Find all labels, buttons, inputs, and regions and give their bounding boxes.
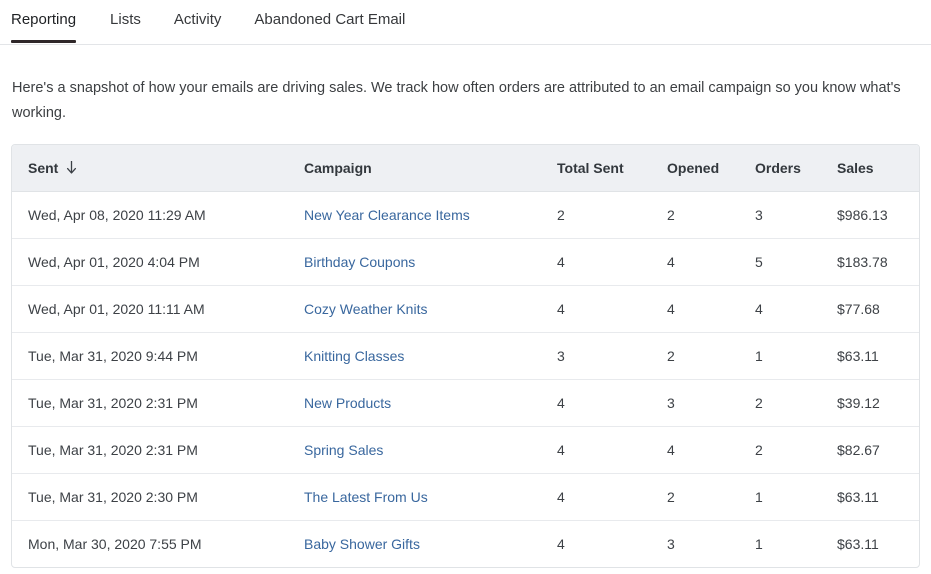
cell-campaign: Birthday Coupons (294, 237, 545, 285)
cell-total-sent: 4 (545, 284, 655, 332)
tab-abandoned-cart-email-label: Abandoned Cart Email (254, 11, 406, 28)
cell-orders: 1 (743, 331, 825, 379)
cell-opened: 4 (655, 284, 743, 332)
cell-campaign: The Latest From Us (294, 472, 545, 520)
campaign-link[interactable]: New Products (304, 395, 391, 411)
cell-total-sent: 4 (545, 237, 655, 285)
cell-total-sent: 4 (545, 425, 655, 473)
campaign-link[interactable]: The Latest From Us (304, 489, 428, 505)
column-header-sales-label: Sales (837, 159, 874, 176)
column-header-sales[interactable]: Sales (825, 145, 919, 192)
cell-sales: $39.12 (825, 378, 919, 426)
cell-orders: 1 (743, 472, 825, 520)
column-header-sent-label: Sent (28, 159, 59, 176)
cell-campaign: New Products (294, 378, 545, 426)
cell-opened: 3 (655, 519, 743, 567)
cell-campaign: Knitting Classes (294, 331, 545, 379)
cell-opened: 3 (655, 378, 743, 426)
reporting-table: Sent Campaign Total Sent Opened Orders S… (12, 145, 919, 567)
tab-abandoned-cart-email[interactable]: Abandoned Cart Email (254, 0, 405, 43)
cell-sent: Tue, Mar 31, 2020 2:30 PM (12, 472, 294, 520)
cell-sales: $63.11 (825, 331, 919, 379)
tab-reporting[interactable]: Reporting (11, 0, 77, 43)
campaign-link[interactable]: Spring Sales (304, 442, 383, 458)
cell-opened: 2 (655, 331, 743, 379)
table-row[interactable]: Wed, Apr 01, 2020 11:11 AM Cozy Weather … (12, 284, 919, 332)
tab-lists-label: Lists (110, 11, 141, 28)
tab-activity[interactable]: Activity (174, 0, 222, 43)
campaign-link[interactable]: Cozy Weather Knits (304, 301, 427, 317)
tab-lists[interactable]: Lists (110, 0, 141, 43)
cell-sent: Tue, Mar 31, 2020 2:31 PM (12, 425, 294, 473)
cell-orders: 4 (743, 284, 825, 332)
cell-orders: 2 (743, 425, 825, 473)
cell-total-sent: 2 (557, 206, 565, 223)
table-row[interactable]: Tue, Mar 31, 2020 9:44 PM Knitting Class… (12, 331, 919, 379)
cell-sales: $986.13 (837, 206, 888, 223)
tab-reporting-label: Reporting (11, 11, 77, 28)
cell-sales: $82.67 (825, 425, 919, 473)
reporting-table-container: Sent Campaign Total Sent Opened Orders S… (11, 144, 920, 568)
table-row[interactable]: Mon, Mar 30, 2020 7:55 PM Baby Shower Gi… (12, 519, 919, 567)
cell-sent: Mon, Mar 30, 2020 7:55 PM (12, 519, 294, 567)
table-row[interactable]: Tue, Mar 31, 2020 2:31 PM New Products 4… (12, 378, 919, 426)
tab-activity-label: Activity (173, 11, 222, 28)
cell-campaign: Cozy Weather Knits (294, 284, 545, 332)
cell-campaign: Spring Sales (294, 425, 545, 473)
campaign-link[interactable]: Birthday Coupons (304, 254, 415, 270)
column-header-sent[interactable]: Sent (12, 145, 294, 192)
column-header-total-sent-label: Total Sent (557, 159, 624, 176)
tab-bar: Reporting Lists Activity Abandoned Cart … (0, 0, 931, 45)
column-header-opened-label: Opened (667, 159, 720, 176)
table-row[interactable]: Tue, Mar 31, 2020 2:30 PM The Latest Fro… (12, 472, 919, 520)
cell-opened: 4 (655, 237, 743, 285)
cell-sent: Tue, Mar 31, 2020 2:31 PM (12, 378, 294, 426)
campaign-link[interactable]: Baby Shower Gifts (304, 536, 420, 552)
cell-sent: Wed, Apr 08, 2020 11:29 AM (28, 206, 206, 223)
table-header-row: Sent Campaign Total Sent Opened Orders S… (12, 145, 919, 192)
intro-paragraph: Here's a snapshot of how your emails are… (12, 80, 901, 121)
cell-orders: 2 (743, 378, 825, 426)
cell-sales: $63.11 (825, 519, 919, 567)
cell-opened: 2 (655, 472, 743, 520)
column-header-total-sent[interactable]: Total Sent (545, 145, 655, 192)
cell-sales: $63.11 (825, 472, 919, 520)
column-header-campaign[interactable]: Campaign (294, 145, 545, 192)
cell-total-sent: 4 (545, 519, 655, 567)
campaign-link[interactable]: New Year Clearance Items (304, 207, 470, 223)
cell-sent: Tue, Mar 31, 2020 9:44 PM (12, 331, 294, 379)
column-header-opened[interactable]: Opened (655, 145, 743, 192)
arrow-down-icon (65, 160, 78, 175)
table-row[interactable]: Tue, Mar 31, 2020 2:31 PM Spring Sales 4… (12, 425, 919, 473)
cell-total-sent: 3 (545, 331, 655, 379)
campaign-link[interactable]: Knitting Classes (304, 348, 404, 364)
cell-total-sent: 4 (545, 378, 655, 426)
cell-sales: $77.68 (825, 284, 919, 332)
column-header-campaign-label: Campaign (304, 159, 372, 176)
column-header-orders-label: Orders (755, 159, 801, 176)
table-body: Wed, Apr 08, 2020 11:29 AM New Year Clea… (12, 191, 919, 567)
cell-opened: 2 (667, 206, 675, 223)
cell-total-sent: 4 (545, 472, 655, 520)
cell-orders: 3 (755, 206, 763, 223)
column-header-orders[interactable]: Orders (743, 145, 825, 192)
table-row[interactable]: Wed, Apr 01, 2020 4:04 PM Birthday Coupo… (12, 237, 919, 285)
table-row[interactable]: Wed, Apr 08, 2020 11:29 AM New Year Clea… (12, 191, 919, 238)
cell-orders: 5 (743, 237, 825, 285)
cell-orders: 1 (743, 519, 825, 567)
table-header: Sent Campaign Total Sent Opened Orders S… (12, 145, 919, 192)
cell-sent: Wed, Apr 01, 2020 11:11 AM (12, 284, 294, 332)
cell-opened: 4 (655, 425, 743, 473)
cell-campaign: New Year Clearance Items (294, 191, 545, 238)
cell-sales: $183.78 (825, 237, 919, 285)
cell-sent: Wed, Apr 01, 2020 4:04 PM (12, 237, 294, 285)
cell-campaign: Baby Shower Gifts (294, 519, 545, 567)
